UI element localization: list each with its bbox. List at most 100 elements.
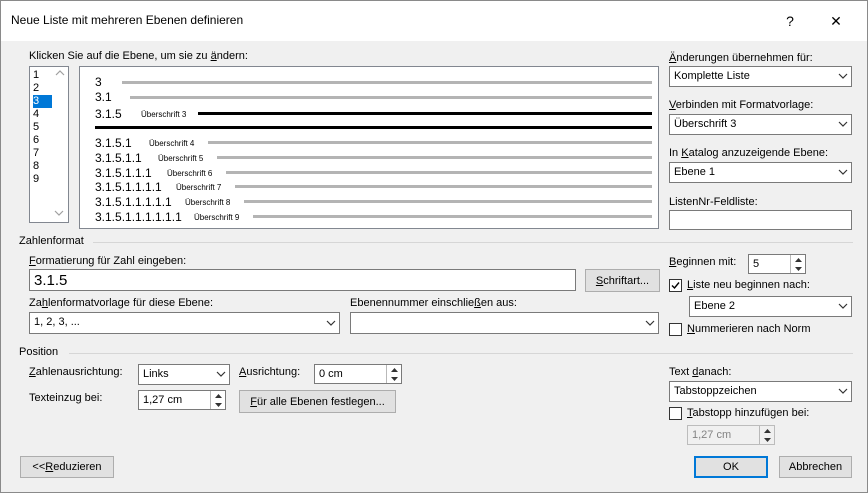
gallery-level-label: In Katalog anzuzeigende Ebene: [669,147,829,159]
include-level-select[interactable] [350,312,659,334]
chevron-down-icon [834,67,851,85]
level-item-6[interactable]: 6 [33,134,53,147]
preview-line [122,81,652,84]
divider [93,242,853,243]
preview-line [244,200,652,203]
preview-number: 3.1.5.1.1.1.1.1 [95,195,172,209]
chevron-down-icon [641,313,658,333]
level-item-4[interactable]: 4 [33,108,53,121]
gallery-level-select[interactable]: Ebene 1 [669,162,852,183]
reduce-button[interactable]: << Reduzieren [20,456,114,478]
position-section-title: Position [19,346,59,358]
level-select-label: Klicken Sie auf die Ebene, um sie zu änd… [29,50,248,62]
set-for-all-levels-button[interactable]: Für alle Ebenen festlegen... [239,390,396,413]
preview-number: 3.1.5.1.1.1.1 [95,180,162,194]
number-alignment-select[interactable]: Links [138,364,230,385]
link-style-select[interactable]: Überschrift 3 [669,114,852,135]
preview-number: 3.1.5.1.1.1 [95,166,152,180]
start-at-label: Beginnen mit: [669,256,737,268]
number-format-input[interactable]: 3.1.5 [29,269,576,291]
chevron-down-icon [834,297,851,315]
text-indent-label: Texteinzug bei: [29,392,103,404]
spinner-buttons[interactable] [386,365,401,383]
spin-up-icon[interactable] [211,391,225,400]
follow-with-select[interactable]: Tabstoppzeichen [669,381,852,402]
spin-down-icon[interactable] [211,400,225,409]
number-style-label: Zahlenformatvorlage für diese Ebene: [29,297,214,309]
chevron-down-icon [834,163,851,181]
title-bar: Neue Liste mit mehreren Ebenen definiere… [1,1,867,41]
number-style-select[interactable]: 1, 2, 3, ... [29,312,340,334]
preview-number: 3.1.5.1.1.1.1.1.1 [95,210,182,224]
restart-list-checkbox[interactable] [669,279,682,292]
close-button[interactable]: ✕ [813,7,859,35]
follow-with-label: Text danach: [669,366,732,378]
preview-line [253,215,652,218]
preview-line [217,156,652,159]
spinner-buttons[interactable] [759,426,774,444]
legal-numbering-checkbox[interactable] [669,323,682,336]
preview-number: 3.1.5.1.1 [95,151,142,165]
window-title: Neue Liste mit mehreren Ebenen definiere… [11,13,244,27]
restart-after-select[interactable]: Ebene 2 [689,296,852,317]
spinner-buttons[interactable] [790,255,805,273]
spin-down-icon[interactable] [791,264,805,273]
preview-line [198,112,652,115]
apply-to-select[interactable]: Komplette Liste [669,66,852,87]
ok-button[interactable]: OK [694,456,768,478]
chevron-down-icon [322,313,339,333]
help-button[interactable]: ? [767,7,813,35]
preview-line [95,126,652,129]
spin-down-icon[interactable] [387,374,401,383]
spin-up-icon[interactable] [760,426,774,435]
preview-label: Überschrift 5 [158,154,204,163]
list-preview: 3 3.1 3.1.5 Überschrift 3 3.1.5.1 Übersc… [79,66,659,229]
preview-number: 3.1 [95,90,112,104]
chevron-down-icon [834,382,851,400]
level-item-9[interactable]: 9 [33,173,53,186]
preview-label: Überschrift 6 [167,169,213,178]
divider [69,353,853,354]
listnum-input[interactable] [669,210,852,230]
level-item-7[interactable]: 7 [33,147,53,160]
cancel-button[interactable]: Abbrechen [779,456,852,478]
level-item-3[interactable]: 3 [33,95,52,108]
spin-up-icon[interactable] [791,255,805,264]
aligned-at-spinner[interactable]: 0 cm [314,364,402,384]
level-list[interactable]: 1 2 3 4 5 6 7 8 9 [29,66,69,223]
start-at-spinner[interactable]: 5 [748,254,806,274]
level-item-2[interactable]: 2 [33,82,53,95]
close-icon: ✕ [830,12,842,29]
preview-line [130,96,652,99]
tab-stop-spinner[interactable]: 1,27 cm [687,425,775,445]
preview-label: Überschrift 7 [176,183,222,192]
scroll-down-icon[interactable] [54,208,66,220]
preview-line [235,185,652,188]
preview-label: Überschrift 4 [149,139,195,148]
number-alignment-label: Zahlenausrichtung: [29,366,123,378]
level-item-8[interactable]: 8 [33,160,53,173]
level-item-5[interactable]: 5 [33,121,53,134]
include-level-label: Ebenennummer einschließen aus: [350,297,517,309]
dialog: Neue Liste mit mehreren Ebenen definiere… [0,0,868,493]
preview-label: Überschrift 9 [194,213,240,222]
spin-up-icon[interactable] [387,365,401,374]
chevron-down-icon [834,115,851,133]
preview-number: 3.1.5.1 [95,136,132,150]
text-indent-spinner[interactable]: 1,27 cm [138,390,226,410]
add-tab-stop-checkbox[interactable] [669,407,682,420]
spinner-buttons[interactable] [210,391,225,409]
preview-number: 3.1.5 [95,107,122,121]
spin-down-icon[interactable] [760,435,774,444]
chevron-down-icon [212,365,229,383]
preview-label: Überschrift 8 [185,198,231,207]
level-item-1[interactable]: 1 [33,69,53,82]
scroll-up-icon[interactable] [54,69,66,81]
number-format-section-title: Zahlenformat [19,235,84,247]
help-icon: ? [786,13,794,29]
font-button[interactable]: Schriftart... [585,269,660,292]
preview-number: 3 [95,75,102,89]
apply-to-label: Änderungen übernehmen für: [669,52,813,64]
preview-label: Überschrift 3 [141,110,187,119]
listnum-label: ListenNr-Feldliste: [669,196,758,208]
